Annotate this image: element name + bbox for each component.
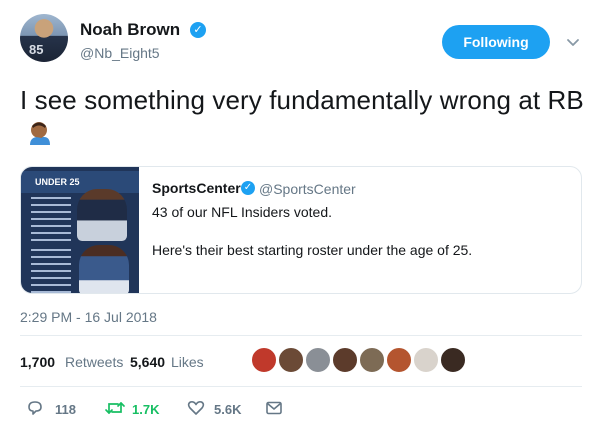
- verified-icon: ✓: [241, 181, 255, 195]
- author-display-name[interactable]: Noah Brown: [80, 20, 180, 40]
- divider: [20, 386, 582, 387]
- liker-avatar[interactable]: [439, 346, 467, 374]
- tweet-text: I see something very fundamentally wrong…: [20, 84, 585, 150]
- quoted-text-line: 43 of our NFL Insiders voted.: [152, 204, 333, 220]
- chevron-down-icon[interactable]: [566, 35, 580, 49]
- verified-icon: ✓: [190, 22, 206, 38]
- like-button[interactable]: [186, 398, 206, 418]
- retweets-label[interactable]: Retweets: [65, 354, 123, 370]
- direct-message-button[interactable]: [264, 398, 284, 418]
- liker-avatar[interactable]: [331, 346, 359, 374]
- retweet-icon: [105, 402, 125, 414]
- liker-avatar[interactable]: [250, 346, 278, 374]
- liker-avatar[interactable]: [304, 346, 332, 374]
- envelope-icon: [266, 401, 282, 415]
- liker-avatar[interactable]: [358, 346, 386, 374]
- author-handle[interactable]: @Nb_Eight5: [80, 45, 160, 61]
- retweet-count[interactable]: 1.7K: [132, 402, 159, 417]
- author-avatar[interactable]: 85: [20, 14, 68, 62]
- liker-avatar[interactable]: [412, 346, 440, 374]
- quoted-text-line: Here's their best starting roster under …: [152, 242, 473, 258]
- tweet-card: 85 Noah Brown ✓ @Nb_Eight5 Following I s…: [0, 0, 602, 437]
- heart-icon: [187, 400, 205, 415]
- retweet-button[interactable]: [104, 398, 126, 418]
- media-player-photo: [77, 189, 127, 241]
- like-count[interactable]: 5.6K: [214, 402, 241, 417]
- divider: [20, 335, 582, 336]
- media-title: UNDER 25: [35, 177, 80, 187]
- reply-button[interactable]: [25, 398, 45, 418]
- retweets-count[interactable]: 1,700: [20, 354, 55, 370]
- reply-icon: [28, 401, 42, 415]
- following-button[interactable]: Following: [442, 25, 550, 59]
- quoted-tweet[interactable]: UNDER 25 SportsCenter ✓ @SportsCenter 43…: [20, 166, 582, 294]
- quoted-display-name: SportsCenter: [152, 180, 241, 196]
- facepalm-icon: [30, 122, 50, 145]
- quoted-handle: @SportsCenter: [259, 181, 356, 197]
- likes-label[interactable]: Likes: [171, 354, 204, 370]
- media-player-photo: [79, 245, 129, 293]
- reply-count[interactable]: 118: [55, 402, 76, 417]
- tweet-timestamp[interactable]: 2:29 PM - 16 Jul 2018: [20, 309, 157, 325]
- tweet-text-content: I see something very fundamentally wrong…: [20, 85, 584, 115]
- media-roster-list: [31, 197, 71, 293]
- likes-count[interactable]: 5,640: [130, 354, 165, 370]
- liker-avatar[interactable]: [277, 346, 305, 374]
- liker-avatar[interactable]: [385, 346, 413, 374]
- avatar-jersey-number: 85: [29, 42, 44, 57]
- quoted-media-image[interactable]: UNDER 25: [21, 167, 139, 293]
